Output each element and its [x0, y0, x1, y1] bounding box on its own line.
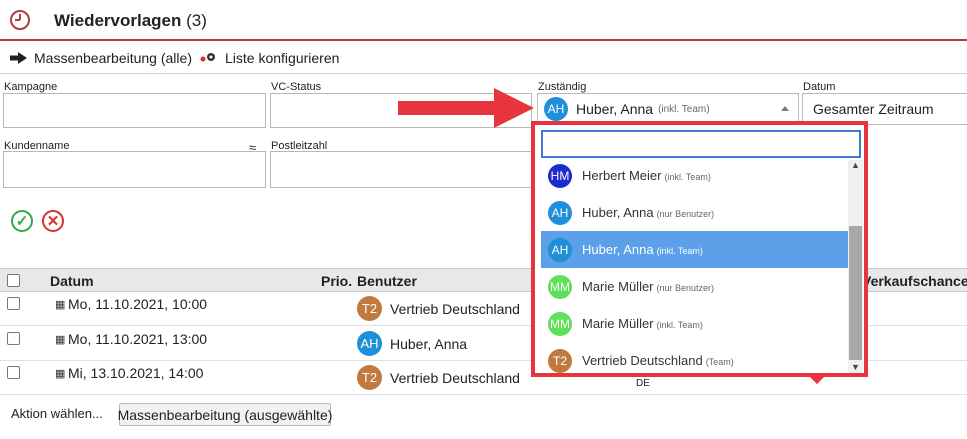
item-sub: (Team)	[705, 357, 734, 367]
zustaendig-selected-name: Huber, Anna	[576, 101, 654, 117]
arrow-right-icon	[10, 52, 27, 64]
row-checkbox[interactable]	[7, 332, 20, 345]
col-datum[interactable]: Datum	[50, 273, 94, 289]
row-user: T2 Vertrieb Deutschland	[357, 365, 520, 390]
item-sub: (inkl. Team)	[656, 246, 703, 256]
row-date: Mo, 11.10.2021, 10:00	[68, 296, 208, 312]
item-name: Vertrieb Deutschland	[582, 353, 703, 368]
item-sub: (inkl. Team)	[664, 172, 711, 182]
clock-icon	[10, 10, 30, 30]
kundenname-input[interactable]	[3, 151, 266, 188]
dropdown-item-marie-mueller-user[interactable]: MM Marie Müller (nur Benutzer)	[541, 268, 849, 305]
configure-list-button[interactable]: Liste konfigurieren	[200, 50, 339, 66]
avatar: AH	[548, 237, 572, 262]
row-checkbox[interactable]	[7, 366, 20, 379]
zustaendig-label: Zuständig	[538, 81, 587, 93]
check-icon: ✓	[15, 213, 29, 230]
configure-list-label: Liste konfigurieren	[225, 50, 340, 66]
select-all-checkbox[interactable]	[7, 274, 20, 287]
page-title-count: (3)	[186, 11, 207, 30]
toolbar-divider	[0, 73, 967, 74]
kampagne-input[interactable]	[3, 93, 266, 128]
chevron-up-icon	[781, 106, 789, 111]
chevron-down-icon[interactable]: ▼	[851, 362, 860, 372]
action-select[interactable]: Aktion wählen...	[11, 406, 103, 421]
apply-filter-button[interactable]: ✓	[11, 210, 33, 232]
close-icon: ✕	[46, 213, 60, 230]
row-user-name: Vertrieb Deutschland	[390, 369, 520, 386]
page-title-text: Wiedervorlagen	[54, 11, 182, 30]
kampagne-label: Kampagne	[4, 81, 58, 93]
col-prio[interactable]: Prio.	[321, 273, 352, 289]
col-verkaufschance[interactable]: Verkaufschance	[862, 273, 967, 289]
row-user-name: Vertrieb Deutschland	[390, 300, 520, 317]
row-user: AH Huber, Anna	[357, 331, 467, 356]
datum-value: Gesamter Zeitraum	[813, 101, 934, 117]
dropdown-item-huber-anna-team[interactable]: AH Huber, Anna (inkl. Team)	[541, 231, 849, 268]
avatar: AH	[544, 97, 568, 121]
row-user-name: Huber, Anna	[390, 335, 468, 352]
mass-edit-all-label: Massenbearbeitung (alle)	[34, 50, 192, 66]
annotation-arrow-icon	[398, 88, 534, 128]
item-name: Herbert Meier	[582, 168, 662, 183]
calendar-icon: ▦	[55, 299, 66, 311]
avatar: T2	[357, 296, 382, 321]
chevron-up-icon[interactable]: ▲	[851, 160, 860, 170]
country-fragment: DE	[636, 378, 650, 389]
row-date: Mo, 11.10.2021, 13:00	[68, 331, 208, 347]
avatar: AH	[548, 200, 572, 225]
mass-edit-selected-button[interactable]: Massenbearbeitung (ausgewählte)	[118, 403, 332, 426]
calendar-icon: ▦	[55, 334, 66, 346]
row-date: Mi, 13.10.2021, 14:00	[68, 365, 204, 381]
dropdown-scrollbar[interactable]: ▲ ▼	[848, 160, 863, 373]
datum-label: Datum	[803, 81, 836, 93]
zustaendig-selected-sub: (inkl. Team)	[658, 103, 710, 115]
user-dropdown: HM Herbert Meier (inkl. Team) AH Huber, A…	[531, 121, 868, 377]
page-title: Wiedervorlagen (3)	[54, 11, 207, 31]
mass-edit-all-button[interactable]: Massenbearbeitung (alle)	[10, 50, 192, 66]
avatar: T2	[548, 348, 572, 373]
item-name: Marie Müller	[582, 279, 654, 294]
scrollbar-thumb[interactable]	[849, 226, 862, 360]
dropdown-item-herbert-meier[interactable]: HM Herbert Meier (inkl. Team)	[541, 160, 849, 194]
avatar: AH	[357, 331, 382, 356]
calendar-icon: ▦	[55, 368, 66, 380]
avatar: MM	[548, 274, 572, 299]
row-checkbox[interactable]	[7, 297, 20, 310]
gear-icon	[200, 53, 215, 62]
plz-input[interactable]	[270, 151, 532, 188]
row-user: T2 Vertrieb Deutschland	[357, 296, 520, 321]
col-benutzer[interactable]: Benutzer	[357, 273, 417, 289]
item-sub: (nur Benutzer)	[656, 209, 715, 219]
avatar: HM	[548, 163, 572, 188]
item-name: Marie Müller	[582, 316, 654, 331]
reset-filter-button[interactable]: ✕	[42, 210, 64, 232]
dropdown-list: HM Herbert Meier (inkl. Team) AH Huber, A…	[541, 160, 863, 373]
item-name: Huber, Anna	[582, 242, 654, 257]
dropdown-item-vertrieb-deutschland[interactable]: T2 Vertrieb Deutschland (Team)	[541, 342, 849, 373]
dropdown-item-marie-mueller-team[interactable]: MM Marie Müller (inkl. Team)	[541, 305, 849, 342]
avatar: T2	[357, 365, 382, 390]
item-sub: (nur Benutzer)	[656, 283, 715, 293]
avatar: MM	[548, 311, 572, 336]
vcstatus-label: VC-Status	[271, 81, 322, 93]
dropdown-item-huber-anna-user[interactable]: AH Huber, Anna (nur Benutzer)	[541, 194, 849, 231]
item-name: Huber, Anna	[582, 205, 654, 220]
item-sub: (inkl. Team)	[656, 320, 703, 330]
dropdown-search-input[interactable]	[541, 130, 861, 158]
